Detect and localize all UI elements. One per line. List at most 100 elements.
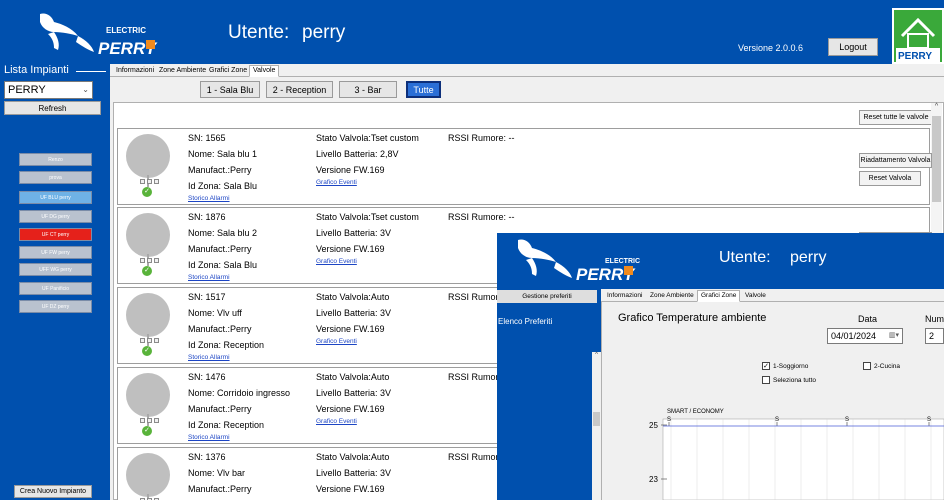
filter-bar[interactable]: 3 - Bar [339,81,397,98]
checkbox-soggiorno[interactable]: ✓ 1-Soggiorno [762,362,808,370]
status-ok-icon: ✓ [142,187,152,197]
valve-manufacturer: Manufact.:Perry [188,324,252,334]
valve-manufacturer: Manufact.:Perry [188,244,252,254]
filter-reception[interactable]: 2 - Reception [266,81,333,98]
plant-button[interactable]: UF Panificio [19,282,92,295]
tab-informazioni[interactable]: Informazioni [603,290,646,302]
valve-name: Nome: Corridoio ingresso [188,388,291,398]
scroll-up-icon[interactable]: ^ [592,352,601,362]
valve-slots-icon [140,418,160,424]
checkbox-cucina[interactable]: 2-Cucina [863,362,900,370]
alarm-history-link[interactable]: Storico Allarmi [188,274,230,281]
valve-firmware: Versione FW.169 [316,404,385,414]
reset-all-valves-button[interactable]: Reset tutte le valvole [859,110,933,125]
checkbox-select-all[interactable]: Seleziona tutto [762,376,816,384]
event-graph-link[interactable]: Grafico Eventi [316,338,357,345]
num-label: Num [925,314,944,324]
alarm-history-link[interactable]: Storico Allarmi [188,354,230,361]
legend-line [76,71,106,72]
valve-rssi: RSSI Rumore: -- [448,133,515,143]
favorites-scrollbar[interactable] [592,352,601,500]
valve-firmware: Versione FW.169 [316,484,385,494]
valve-battery: Livello Batteria: 3V [316,388,392,398]
event-graph-link[interactable]: Grafico Eventi [316,179,357,186]
scrollbar-thumb[interactable] [593,412,600,426]
chart-annotation: SMART / ECONOMY [667,409,724,415]
valve-slots-icon [140,179,160,185]
logout-button[interactable]: Logout [828,38,878,56]
valve-device-icon [126,453,170,497]
valve-zone: Id Zona: Sala Blu [188,260,258,270]
valve-state: Stato Valvola:Auto [316,452,390,462]
scrollbar-thumb[interactable] [932,116,941,202]
valve-state: Stato Valvola:Tset custom [316,133,419,143]
plant-button[interactable]: prova [19,171,92,184]
y-tick-label: 25 [649,421,658,430]
checkbox-checked-icon[interactable]: ✓ [762,362,770,370]
valve-sn: SN: 1876 [188,212,226,222]
plant-button[interactable]: Renzo [19,153,92,166]
filter-tutte[interactable]: Tutte [406,81,441,98]
valve-firmware: Versione FW.169 [316,165,385,175]
tab-zone-ambiente[interactable]: Zone Ambiente [155,65,210,77]
calendar-icon[interactable]: ▥▾ [889,331,899,339]
valve-sn: SN: 1565 [188,133,226,143]
date-value: 04/01/2024 [831,331,877,341]
valve-state: Stato Valvola:Auto [316,292,390,302]
valve-manufacturer: Manufact.:Perry [188,165,252,175]
tab-informazioni[interactable]: Informazioni [112,65,158,77]
favorites-list-title: Elenco Preferiti [498,317,553,326]
tab-grafici-zone[interactable]: Grafici Zone [697,290,741,302]
plant-button[interactable]: UF DZ perry [19,300,92,313]
chevron-down-icon: ⌄ [82,85,89,94]
valve-device-icon [126,373,170,417]
alarm-history-link[interactable]: Storico Allarmi [188,195,230,202]
valve-sn: SN: 1476 [188,372,226,382]
tab-valvole[interactable]: Valvole [741,290,770,302]
num-value: 2 [929,331,935,341]
tab-zone-ambiente[interactable]: Zone Ambiente [646,290,698,302]
plant-button[interactable]: UFF WG perry [19,263,92,276]
valve-zone: Id Zona: Reception [188,420,265,430]
tab-gestione-preferiti[interactable]: Gestione preferiti [497,290,597,303]
valve-name: Nome: Sala blu 2 [188,228,258,238]
valve-row: ✓ SN: 1565 Nome: Sala blu 1 Manufact.:Perry… [117,128,932,205]
checkbox-icon[interactable] [863,362,871,370]
brand-electric: ELECTRIC [106,26,146,35]
valve-firmware: Versione FW.169 [316,324,385,334]
user-name: perry [790,249,827,266]
valve-battery: Livello Batteria: 3V [316,228,392,238]
checkbox-icon[interactable] [762,376,770,384]
tab-grafici-zone[interactable]: Grafici Zone [205,65,251,77]
plant-button[interactable]: UF FW perry [19,246,92,259]
valve-rssi: RSSI Rumor [448,372,499,382]
event-graph-link[interactable]: Grafico Eventi [316,258,357,265]
event-graph-link[interactable]: Grafico Eventi [316,418,357,425]
plants-legend: Lista Impianti [4,64,69,76]
valve-zone: Id Zona: Sala Blu [188,181,258,191]
tab-valvole[interactable]: Valvole [249,65,280,77]
plant-button[interactable]: UF BLU perry [19,191,92,204]
num-field[interactable]: 2 [925,328,944,344]
user-label: Utente: [719,249,771,266]
alarm-history-link[interactable]: Storico Allarmi [188,434,230,441]
plant-button[interactable]: UF CT perry [19,228,92,241]
valve-slots-icon [140,338,160,344]
plot-area [662,418,944,500]
plant-button[interactable]: UF DG perry [19,210,92,223]
valve-manufacturer: Manufact.:Perry [188,404,252,414]
refresh-button[interactable]: Refresh [4,101,101,115]
new-plant-button[interactable]: Crea Nuovo Impianto [14,485,92,498]
date-picker[interactable]: 04/01/2024 ▥▾ [827,328,903,344]
scroll-up-icon[interactable]: ^ [931,103,942,113]
valve-battery: Livello Batteria: 3V [316,468,392,478]
plant-select[interactable]: PERRY ⌄ [4,81,93,99]
graph-title: Grafico Temperature ambiente [618,312,767,324]
filter-sala-blu[interactable]: 1 - Sala Blu [200,81,260,98]
recalibrate-valve-button[interactable]: Riadattamento Valvola [859,153,932,168]
valve-name: Nome: Vlv uff [188,308,242,318]
favorites-list[interactable] [497,352,601,500]
reset-valve-button[interactable]: Reset Valvola [859,171,921,186]
valve-manufacturer: Manufact.:Perry [188,484,252,494]
valve-sn: SN: 1517 [188,292,226,302]
